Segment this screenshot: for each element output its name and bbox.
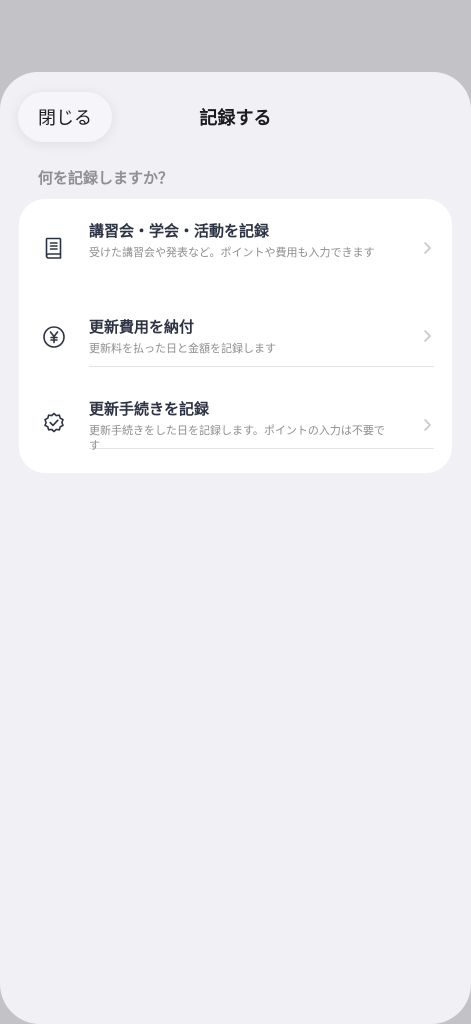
divider: [89, 366, 434, 367]
option-pay-renewal-fee[interactable]: 更新費用を納付 更新料を払った日と金額を記録します: [19, 307, 452, 365]
option-text: 更新手続きを記録 更新手続きをした日を記録します。ポイントの入力は不要です: [89, 399, 385, 453]
record-sheet: 閉じる 記録する 何を記録しますか？ 講習会・学会・活動を記録 受けた講習会や発…: [0, 72, 471, 1024]
section-label: 何を記録しますか？: [38, 169, 174, 187]
option-label: 講習会・学会・活動を記録: [89, 222, 270, 240]
options-card: 講習会・学会・活動を記録 受けた講習会や発表など。ポイントや費用も入力できます: [19, 199, 452, 473]
option-label: 更新手続きを記録: [89, 400, 210, 418]
option-text: 講習会・学会・活動を記録 受けた講習会や発表など。ポイントや費用も入力できます: [89, 221, 385, 260]
book-icon: [41, 235, 67, 261]
option-label: 更新費用を納付: [89, 318, 195, 336]
verified-badge-icon: [41, 411, 67, 437]
option-text: 更新費用を納付 更新料を払った日と金額を記録します: [89, 317, 385, 356]
option-description: 更新料を払った日と金額を記録します: [89, 342, 276, 355]
chevron-right-icon: [422, 418, 432, 432]
option-record-seminar[interactable]: 講習会・学会・活動を記録 受けた講習会や発表など。ポイントや費用も入力できます: [19, 217, 452, 293]
option-record-renewal[interactable]: 更新手続きを記録 更新手続きをした日を記録します。ポイントの入力は不要です: [19, 389, 452, 463]
chevron-right-icon: [422, 241, 432, 255]
sheet-title: 記録する: [199, 108, 272, 129]
yen-icon: [41, 324, 67, 350]
option-description: 受けた講習会や発表など。ポイントや費用も入力できます: [89, 246, 375, 259]
chevron-right-icon: [422, 329, 432, 343]
option-description: 更新手続きをした日を記録します。ポイントの入力は不要です: [89, 424, 385, 452]
